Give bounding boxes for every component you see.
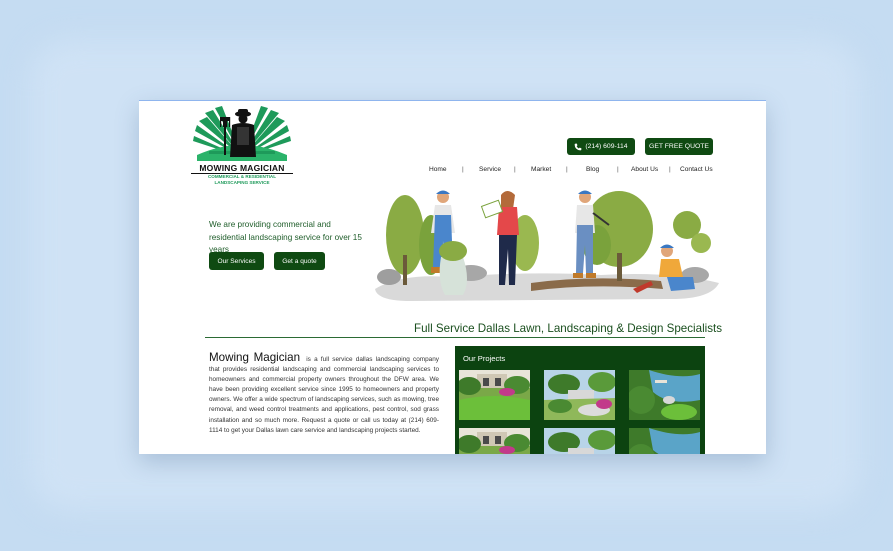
- brand-logo[interactable]: MOWING MAGICIAN COMMERCIAL & RESIDENTIAL…: [191, 105, 293, 185]
- get-a-quote-button[interactable]: Get a quote: [274, 252, 325, 270]
- logo-title: MOWING MAGICIAN: [191, 163, 293, 174]
- get-free-quote-button[interactable]: GET FREE QUOTE: [645, 138, 713, 155]
- projects-title: Our Projects: [463, 354, 506, 363]
- project-thumbnail-backyard-patio[interactable]: [544, 428, 615, 454]
- phone-number: (214) 609-114: [585, 143, 628, 150]
- logo-tagline: COMMERCIAL & RESIDENTIAL LANDSCAPING SER…: [191, 174, 293, 185]
- nav-divider: |: [669, 166, 671, 173]
- logo-tagline-line2: LANDSCAPING SERVICE: [214, 179, 270, 185]
- our-services-button[interactable]: Our Services: [209, 252, 264, 270]
- website-preview: MOWING MAGICIAN COMMERCIAL & RESIDENTIAL…: [139, 100, 766, 454]
- about-paragraph: Mowing Magician is a full service dallas…: [209, 351, 439, 436]
- hero-text: We are providing commercial and resident…: [209, 220, 362, 254]
- nav-divider: |: [514, 166, 516, 173]
- nav-blog[interactable]: Blog: [586, 166, 599, 173]
- garden-house-photo: [459, 428, 530, 454]
- backyard-patio-photo: [544, 428, 615, 454]
- nav-divider: |: [617, 166, 619, 173]
- project-thumbnail-poolside-garden[interactable]: [629, 370, 700, 420]
- poolside-garden-photo: [629, 370, 700, 420]
- about-title: Mowing Magician: [209, 351, 301, 364]
- nav-divider: |: [462, 166, 464, 173]
- projects-panel: Our Projects: [455, 346, 705, 454]
- nav-contact-us[interactable]: Contact Us: [680, 166, 713, 173]
- phone-button[interactable]: (214) 609-114: [567, 138, 635, 155]
- section-title: Full Service Dallas Lawn, Landscaping & …: [414, 322, 723, 335]
- nav-home[interactable]: Home: [429, 166, 447, 173]
- project-thumbnail-garden-house[interactable]: [459, 370, 530, 420]
- gardeners-illustration: [375, 190, 719, 301]
- logo-emblem-icon: [193, 106, 291, 161]
- project-thumbnail-garden-house[interactable]: [459, 428, 530, 454]
- nav-about-us[interactable]: About Us: [631, 166, 658, 173]
- garden-house-photo: [459, 370, 530, 420]
- nav-market[interactable]: Market: [531, 166, 551, 173]
- phone-icon: [575, 143, 582, 150]
- nav-service[interactable]: Service: [479, 166, 501, 173]
- section-divider: [205, 337, 705, 338]
- nav-divider: |: [566, 166, 568, 173]
- about-body: is a full service dallas landscaping com…: [209, 356, 439, 434]
- project-thumbnail-poolside-garden[interactable]: [629, 428, 700, 454]
- poolside-garden-photo: [629, 428, 700, 454]
- project-thumbnail-backyard-patio[interactable]: [544, 370, 615, 420]
- backyard-patio-photo: [544, 370, 615, 420]
